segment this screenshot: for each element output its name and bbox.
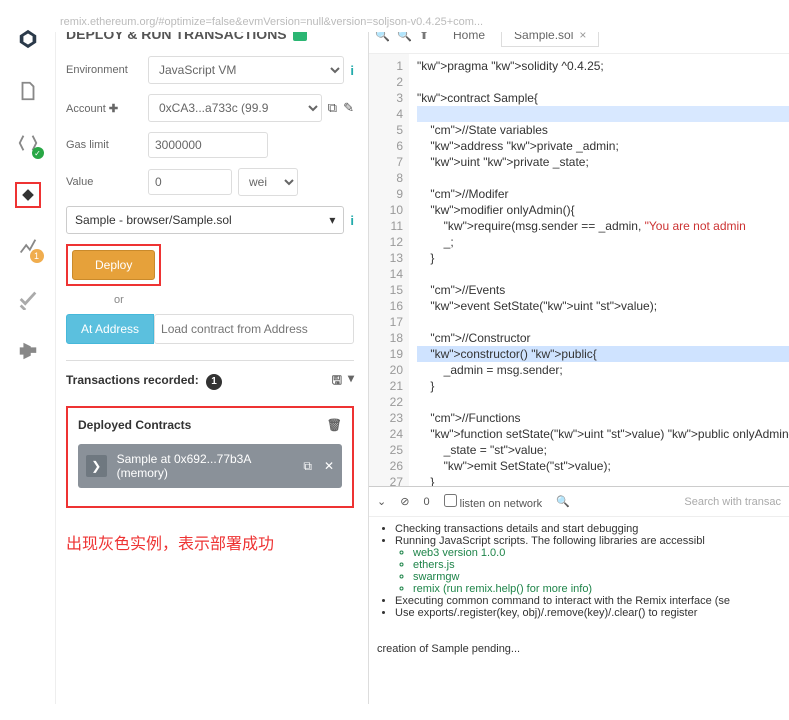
contract-instance[interactable]: ❯ Sample at 0x692...77b3A (memory) ⧉ ✕ [78,444,342,488]
term-line: Use exports/.register(key, obj)/.remove(… [395,607,781,619]
gas-limit-input[interactable] [148,132,268,158]
value-label: Value [66,176,142,188]
term-lib: swarmgw [413,571,781,583]
contract-info-icon[interactable]: i [350,213,354,228]
pending-count: 0 [423,496,429,508]
code-editor[interactable]: 1234567891011121314151617181920212223242… [369,54,789,486]
pending-line: creation of Sample pending... [377,643,781,655]
remix-logo-icon[interactable] [15,26,41,52]
deployed-contracts: Deployed Contracts 🗑 ❯ Sample at 0x692..… [66,406,354,508]
terminal: ⌄ ⊘ 0 listen on network 🔍 Search with tr… [369,486,789,704]
plugin-icon[interactable] [15,338,41,364]
deployed-title: Deployed Contracts [78,418,191,432]
transactions-recorded[interactable]: Transactions recorded: 1 🖫▾ [66,371,354,392]
term-line: Executing common command to interact wit… [395,595,781,607]
term-lib: ethers.js [413,559,781,571]
value-unit-select[interactable]: wei [238,168,298,196]
warning-badge: 1 [30,249,44,263]
file-explorer-icon[interactable] [15,78,41,104]
env-label: Environment [66,64,142,76]
source[interactable]: "kw">pragma "kw">solidity ^0.4.25; "kw">… [409,54,789,486]
annotation-note: 出现灰色实例，表示部署成功 [66,530,354,554]
sidebar: 1 [0,16,56,704]
copy-instance-icon[interactable]: ⧉ [303,459,312,474]
clear-terminal-icon[interactable]: ⊘ [400,495,409,508]
environment-select[interactable]: JavaScript VM [148,56,344,84]
edit-account-icon[interactable]: ✎ [343,100,354,116]
terminal-toggle-icon[interactable]: ⌄ [377,495,386,508]
account-label: Account ✚ [66,102,142,115]
gas-label: Gas limit [66,139,142,151]
expand-instance-icon[interactable]: ❯ [86,455,107,477]
deploy-panel: DEPLOY & RUN TRANSACTIONS Environment Ja… [56,16,368,704]
at-address-button[interactable]: At Address [66,314,154,344]
value-input[interactable] [148,169,232,195]
term-lib: remix (run remix.help() for more info) [413,583,781,595]
url-bar: remix.ethereum.org/#optimize=false&evmVe… [0,16,789,32]
tx-count-badge: 1 [206,374,222,390]
add-account-icon[interactable]: ✚ [109,103,118,115]
copy-account-icon[interactable]: ⧉ [328,100,337,116]
compiler-icon[interactable] [15,130,41,156]
or-text: or [114,294,354,306]
listen-network-checkbox[interactable]: listen on network [444,494,543,510]
close-instance-icon[interactable]: ✕ [324,459,334,474]
instance-label: Sample at 0x692...77b3A (memory) [117,452,294,480]
analysis-icon[interactable]: 1 [15,234,41,260]
deploy-button[interactable]: Deploy [72,250,155,280]
test-icon[interactable] [15,286,41,312]
search-terminal-icon[interactable]: 🔍 [556,495,570,508]
chevron-updown-icon: ▾ [329,213,335,227]
term-lib: web3 version 1.0.0 [413,547,781,559]
at-address-input[interactable] [154,314,354,344]
save-tx-icon[interactable]: 🖫 [332,371,342,392]
env-info-icon[interactable]: i [350,63,354,78]
terminal-output[interactable]: Checking transactions details and start … [369,517,789,704]
term-line: Checking transactions details and start … [395,523,781,535]
term-line: Running JavaScript scripts. The followin… [395,535,705,547]
editor-area: 🔍 🔍 ⬆ Home Sample.sol× 12345678910111213… [368,16,789,704]
expand-tx-icon[interactable]: ▾ [348,371,354,392]
account-select[interactable]: 0xCA3...a733c (99.9 [148,94,322,122]
clear-instances-icon[interactable]: 🗑 [327,418,342,432]
gutter: 1234567891011121314151617181920212223242… [369,54,409,486]
success-badge-icon [32,147,44,159]
deploy-run-icon[interactable] [15,182,41,208]
contract-select[interactable]: Sample - browser/Sample.sol▾ [66,206,344,234]
terminal-search-input[interactable]: Search with transac [684,496,781,508]
